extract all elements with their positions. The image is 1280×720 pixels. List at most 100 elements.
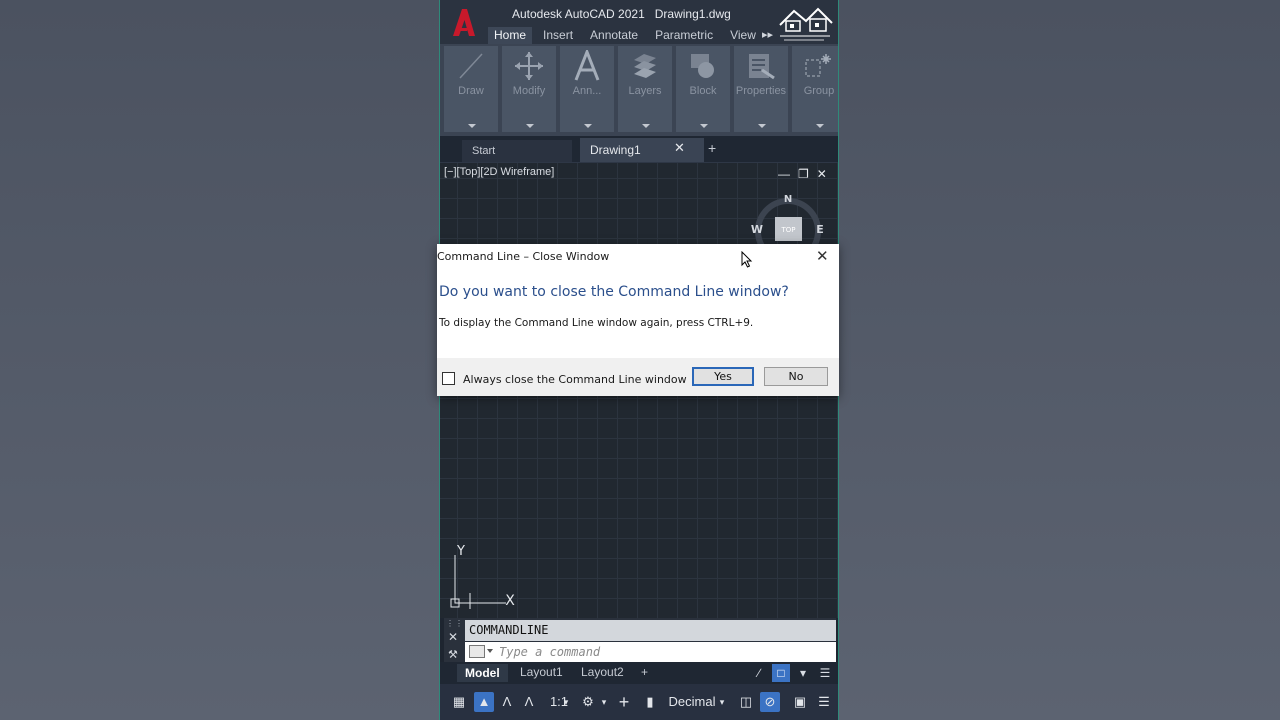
chevron-down-icon xyxy=(758,124,766,128)
viewcube-top-face[interactable]: TOP xyxy=(780,226,795,234)
group-panel-button[interactable]: Group xyxy=(792,46,838,132)
clean-screen-icon[interactable]: ▣ xyxy=(790,692,810,712)
customize-menu-icon[interactable]: ☰ xyxy=(814,692,834,712)
annotation-scale-active-icon[interactable]: ▲ xyxy=(474,692,494,712)
add-layout-plus-icon[interactable]: + xyxy=(641,665,648,679)
file-tab-bar: Start Drawing1 ✕ + xyxy=(440,136,838,163)
ucs-x-label: X xyxy=(505,593,515,609)
gear-icon[interactable]: ⚙ xyxy=(578,692,598,712)
ucs-icon: Y X xyxy=(450,544,515,609)
layout-tab-bar: Model Layout1 Layout2 + ∕ □ ▾ ☰ xyxy=(440,662,838,684)
properties-panel-label: Properties xyxy=(735,85,787,97)
chevron-down-icon xyxy=(526,124,534,128)
tab-annotate[interactable]: Annotate xyxy=(584,27,644,44)
chevron-down-icon[interactable]: ▾ xyxy=(560,692,572,712)
tab-start[interactable]: Start xyxy=(462,140,572,162)
customize-menu-icon[interactable]: ☰ xyxy=(816,664,834,682)
plus-icon[interactable]: + xyxy=(614,692,634,712)
move-icon xyxy=(515,52,543,80)
chevron-down-icon xyxy=(816,124,824,128)
modify-panel-label: Modify xyxy=(512,85,546,97)
close-icon[interactable]: ✕ xyxy=(448,630,458,644)
chevron-down-icon xyxy=(700,124,708,128)
yes-button[interactable]: Yes xyxy=(692,367,754,386)
isolate-objects-icon[interactable]: ◫ xyxy=(736,692,756,712)
block-panel-button[interactable]: Block xyxy=(676,46,730,132)
tab-insert[interactable]: Insert xyxy=(537,27,579,44)
draw-panel-label: Draw xyxy=(458,85,484,97)
chevron-down-icon[interactable]: ▾ xyxy=(716,692,728,712)
tab-layout1[interactable]: Layout1 xyxy=(520,665,563,679)
channel-logo-icon xyxy=(779,7,833,41)
chevron-down-icon[interactable]: ▾ xyxy=(794,664,812,682)
autocad-logo-icon[interactable] xyxy=(450,6,476,38)
close-icon[interactable]: ✕ xyxy=(817,167,827,181)
close-icon[interactable]: ✕ xyxy=(816,247,829,265)
no-button[interactable]: No xyxy=(764,367,828,386)
line-icon xyxy=(459,53,483,79)
command-input[interactable] xyxy=(499,642,829,662)
tab-parametric[interactable]: Parametric xyxy=(649,27,719,44)
always-close-checkbox[interactable] xyxy=(442,372,455,385)
dialog-body-text: To display the Command Line window again… xyxy=(439,317,754,329)
double-chevron-right-icon[interactable]: ▸▸ xyxy=(762,28,773,41)
restore-icon[interactable]: ❐ xyxy=(798,167,809,181)
status-bar: ▦ ▲ Λ Λ 1:1 ▾ ⚙ ▾ + ▮ Decimal ▾ ◫ ⊘ ▣ ☰ xyxy=(440,684,838,720)
compass-east[interactable]: E xyxy=(816,223,824,236)
command-history: COMMANDLINE xyxy=(465,620,836,641)
auto-scale-icon[interactable]: Λ xyxy=(520,692,538,712)
tab-home[interactable]: Home xyxy=(488,27,533,44)
wrench-icon[interactable]: ⚒ xyxy=(448,648,458,661)
quick-properties-icon[interactable]: ▮ xyxy=(642,692,658,712)
command-menu-icon[interactable] xyxy=(469,645,485,658)
model-space-icon[interactable]: □ xyxy=(772,664,790,682)
window-title: Autodesk AutoCAD 2021 Drawing1.dwg xyxy=(512,7,741,21)
block-icon xyxy=(691,54,714,78)
dialog-heading: Do you want to close the Command Line wi… xyxy=(439,284,789,300)
minimize-icon[interactable]: — xyxy=(778,167,790,181)
layers-panel-button[interactable]: Layers xyxy=(618,46,672,132)
pencil-ruler-icon[interactable]: ∕ xyxy=(750,664,768,682)
chevron-down-icon[interactable]: ▾ xyxy=(598,692,610,712)
annotation-visibility-icon[interactable]: Λ xyxy=(498,692,516,712)
command-line: ⋮⋮⋮ ✕ ⚒ COMMANDLINE xyxy=(444,618,836,662)
app-title: Autodesk AutoCAD 2021 xyxy=(512,7,645,21)
text-icon xyxy=(574,50,600,81)
layers-panel-label: Layers xyxy=(628,85,662,97)
dialog-footer: Always close the Command Line window Yes… xyxy=(437,358,839,396)
annotation-panel-button[interactable]: Ann... xyxy=(560,46,614,132)
ucs-y-label: Y xyxy=(456,544,465,559)
viewport-window-controls: — ❐ ✕ xyxy=(778,167,827,181)
properties-icon xyxy=(749,54,775,80)
always-close-checkbox-label[interactable]: Always close the Command Line window xyxy=(463,373,687,386)
layers-icon xyxy=(634,54,656,78)
tab-layout2[interactable]: Layout2 xyxy=(581,665,624,679)
ribbon-tabs: Home Insert Annotate Parametric View xyxy=(488,27,767,44)
model-grid-icon[interactable]: ▦ xyxy=(450,692,468,712)
file-title: Drawing1.dwg xyxy=(654,7,731,21)
command-input-box xyxy=(465,642,836,662)
layout-tools: ∕ □ ▾ ☰ xyxy=(750,664,834,682)
close-icon[interactable]: ✕ xyxy=(674,140,685,156)
viewport-controls-label[interactable]: [−][Top][2D Wireframe] xyxy=(444,166,554,178)
ribbon-panel: Draw Modify Ann... Layers Block Properti… xyxy=(440,44,838,136)
tab-view[interactable]: View xyxy=(724,27,762,44)
close-command-line-dialog: Command Line – Close Window ✕ Do you wan… xyxy=(437,244,839,396)
tab-drawing1[interactable]: Drawing1 xyxy=(580,138,704,162)
chevron-down-icon[interactable] xyxy=(487,649,493,653)
draw-panel-button[interactable]: Draw xyxy=(444,46,498,132)
tab-model[interactable]: Model xyxy=(457,664,508,682)
units-value[interactable]: Decimal xyxy=(662,692,722,712)
group-panel-label: Group xyxy=(803,85,835,97)
hardware-acceleration-icon[interactable]: ⊘ xyxy=(760,692,780,712)
group-icon xyxy=(805,54,831,77)
block-panel-label: Block xyxy=(689,85,717,97)
dialog-title: Command Line – Close Window xyxy=(437,250,610,263)
compass-west[interactable]: W xyxy=(751,223,763,236)
chevron-down-icon xyxy=(584,124,592,128)
modify-panel-button[interactable]: Modify xyxy=(502,46,556,132)
compass-north[interactable]: N xyxy=(784,194,792,205)
chevron-down-icon xyxy=(468,124,476,128)
properties-panel-button[interactable]: Properties xyxy=(734,46,788,132)
new-tab-plus-icon[interactable]: + xyxy=(708,140,716,156)
